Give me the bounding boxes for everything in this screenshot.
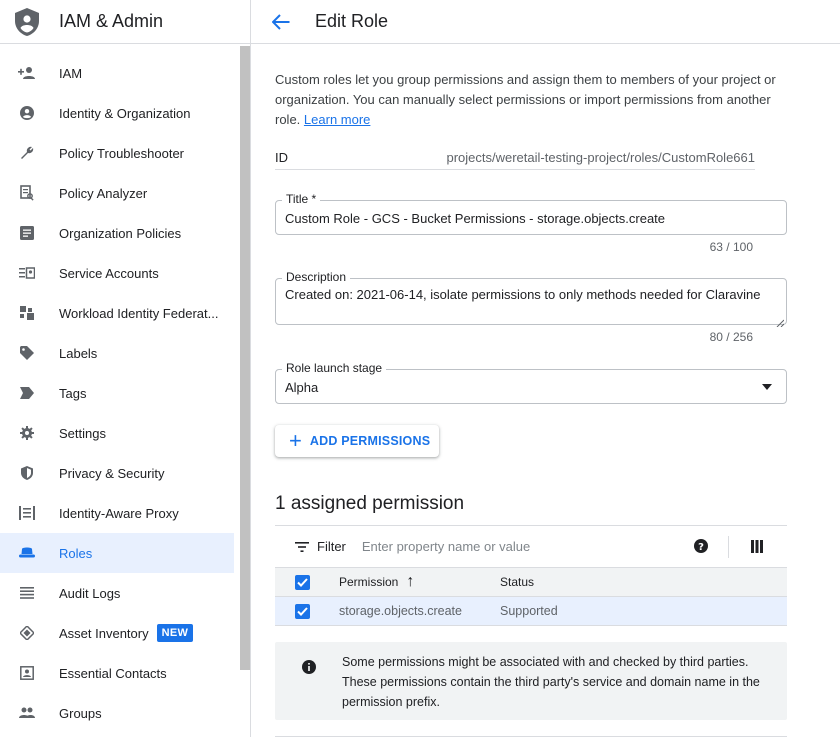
- sidebar-item-labels[interactable]: Labels: [0, 333, 240, 373]
- sidebar-item-settings[interactable]: Settings: [0, 413, 240, 453]
- service-account-icon: [17, 263, 37, 283]
- proxy-icon: [17, 503, 37, 523]
- assigned-permissions-heading: 1 assigned permission: [275, 493, 465, 514]
- sort-ascending-icon: ↑: [406, 573, 415, 590]
- tag-icon: [17, 383, 37, 403]
- app-window: IAM & Admin IAM Identity & Organization …: [0, 0, 840, 737]
- sidebar-item-audit-logs[interactable]: Audit Logs: [0, 573, 240, 613]
- svg-text:?: ?: [698, 542, 704, 553]
- stage-field-value: Alpha: [285, 380, 319, 395]
- filter-icon[interactable]: [295, 538, 313, 556]
- permission-cell: storage.objects.create: [339, 604, 462, 618]
- sidebar-item-service-accounts[interactable]: Service Accounts: [0, 253, 240, 293]
- main-panel: Edit Role Custom roles let you group per…: [251, 0, 840, 737]
- sidebar-item-asset-inventory[interactable]: Asset Inventory NEW: [0, 613, 240, 653]
- groups-icon: [17, 703, 37, 723]
- third-party-info-box: Some permissions might be associated wit…: [275, 642, 787, 720]
- description-field-value[interactable]: Created on: 2021-06-14, isolate permissi…: [285, 287, 761, 302]
- add-permissions-button[interactable]: + ADD PERMISSIONS: [275, 425, 439, 457]
- status-column-header[interactable]: Status: [500, 575, 580, 589]
- new-badge: NEW: [156, 624, 194, 642]
- sidebar-item-workload-identity[interactable]: Workload Identity Federat...: [0, 293, 240, 333]
- description-char-counter: 80 / 256: [709, 330, 753, 344]
- edit-role-form: Custom roles let you group permissions a…: [275, 44, 787, 737]
- sidebar-header: IAM & Admin: [0, 0, 250, 44]
- plus-icon: +: [289, 428, 302, 453]
- help-icon[interactable]: ?: [693, 538, 711, 556]
- list-icon: [17, 583, 37, 603]
- sidebar-nav: IAM Identity & Organization Policy Troub…: [0, 53, 240, 733]
- sidebar-item-iam[interactable]: IAM: [0, 53, 240, 93]
- filter-input[interactable]: [361, 539, 662, 554]
- sidebar-item-essential-contacts[interactable]: Essential Contacts: [0, 653, 240, 693]
- id-label: ID: [275, 150, 288, 165]
- iam-shield-logo-icon: [14, 7, 40, 37]
- select-all-checkbox[interactable]: [295, 574, 310, 590]
- toolbar-divider: [728, 536, 729, 558]
- dropdown-caret-icon: [762, 384, 772, 390]
- roles-icon: [17, 543, 37, 563]
- document-search-icon: [17, 183, 37, 203]
- permissions-table: Permission ↑ Status storage.objects.crea…: [275, 567, 787, 626]
- id-value: projects/weretail-testing-project/roles/…: [446, 150, 755, 165]
- wrench-icon: [17, 143, 37, 163]
- sidebar-item-identity-aware-proxy[interactable]: Identity-Aware Proxy: [0, 493, 240, 533]
- role-launch-stage-select[interactable]: Role launch stage Alpha: [275, 361, 787, 404]
- title-field-label: Title *: [282, 192, 321, 206]
- sidebar-item-tags[interactable]: Tags: [0, 373, 240, 413]
- learn-more-link[interactable]: Learn more: [304, 112, 370, 127]
- gear-icon: [17, 423, 37, 443]
- filter-label: Filter: [317, 539, 346, 554]
- account-circle-icon: [17, 103, 37, 123]
- page-header: Edit Role: [251, 0, 840, 44]
- role-id-row: ID projects/weretail-testing-project/rol…: [275, 146, 755, 170]
- product-title: IAM & Admin: [59, 11, 164, 31]
- workload-identity-icon: [17, 303, 37, 323]
- title-field[interactable]: Title * Custom Role - GCS - Bucket Permi…: [275, 192, 787, 235]
- info-text: Some permissions might be associated wit…: [342, 655, 760, 709]
- permissions-filter-bar: Filter ?: [275, 525, 787, 567]
- title-char-counter: 63 / 100: [709, 240, 753, 254]
- permission-column-header[interactable]: Permission ↑: [339, 573, 500, 591]
- table-row[interactable]: storage.objects.create Supported: [275, 597, 787, 626]
- description-field[interactable]: Description Created on: 2021-06-14, isol…: [275, 270, 787, 328]
- sidebar-item-privacy-security[interactable]: Privacy & Security: [0, 453, 240, 493]
- stage-field-label: Role launch stage: [282, 361, 387, 375]
- intro-text: Custom roles let you group permissions a…: [275, 72, 776, 127]
- sidebar-item-groups[interactable]: Groups: [0, 693, 240, 733]
- label-icon: [17, 343, 37, 363]
- page-title: Edit Role: [315, 11, 389, 31]
- sidebar-item-roles[interactable]: Roles: [0, 533, 234, 573]
- table-header-row: Permission ↑ Status: [275, 568, 787, 597]
- row-checkbox[interactable]: [295, 603, 310, 619]
- contacts-icon: [17, 663, 37, 683]
- sidebar-scrollbar[interactable]: [240, 46, 250, 670]
- sidebar: IAM & Admin IAM Identity & Organization …: [0, 0, 251, 737]
- column-display-icon[interactable]: [751, 540, 765, 554]
- info-icon: [302, 660, 316, 674]
- back-arrow-icon[interactable]: [269, 10, 293, 34]
- status-cell: Supported: [500, 604, 558, 618]
- shield-icon: [17, 463, 37, 483]
- asset-icon: [17, 623, 37, 643]
- title-field-value[interactable]: Custom Role - GCS - Bucket Permissions -…: [285, 211, 665, 226]
- person-add-icon: [17, 63, 37, 83]
- sidebar-item-identity-organization[interactable]: Identity & Organization: [0, 93, 240, 133]
- sidebar-item-organization-policies[interactable]: Organization Policies: [0, 213, 240, 253]
- resize-grip-icon[interactable]: [776, 314, 785, 328]
- description-field-label: Description: [282, 270, 351, 284]
- sidebar-item-policy-analyzer[interactable]: Policy Analyzer: [0, 173, 240, 213]
- list-doc-icon: [17, 223, 37, 243]
- sidebar-item-policy-troubleshooter[interactable]: Policy Troubleshooter: [0, 133, 240, 173]
